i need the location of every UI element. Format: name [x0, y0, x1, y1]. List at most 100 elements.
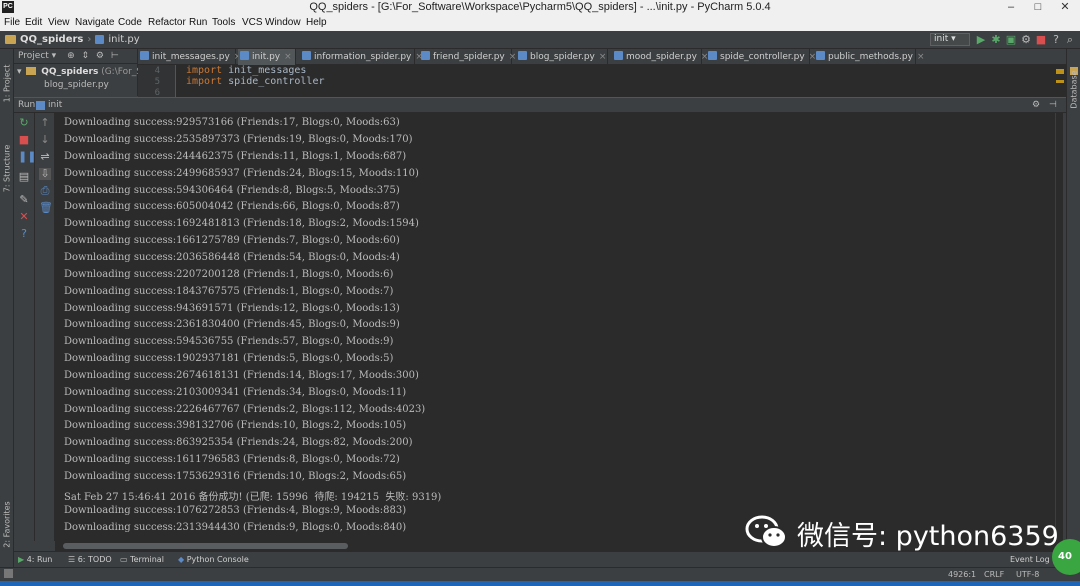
run-panel-title: Run — [18, 100, 36, 110]
breadcrumb-separator-icon: › — [87, 34, 92, 45]
debug-icon[interactable]: ✱ — [990, 34, 1002, 46]
warning-marker-icon[interactable] — [1056, 69, 1064, 74]
scrollbar-thumb[interactable] — [63, 543, 348, 549]
menu-help[interactable]: Help — [306, 17, 327, 28]
tab-spide-controller[interactable]: spide_controller.py × — [706, 49, 816, 65]
tab-information-spider[interactable]: information_spider.py × — [300, 49, 423, 65]
menu-refactor[interactable]: Refactor — [148, 17, 186, 28]
console-line: Downloading success:2103009341 (Friends:… — [64, 387, 407, 398]
run-icon[interactable]: ▶ — [975, 34, 987, 46]
close-button[interactable]: ✕ — [1052, 0, 1078, 15]
tool-window-favorites[interactable]: 2: Favorites — [0, 489, 14, 559]
close-tab-icon[interactable]: × — [599, 52, 607, 62]
avatar: 40 — [1052, 539, 1080, 575]
python-file-icon — [240, 51, 249, 60]
project-view-dropdown[interactable]: Project ▾ — [18, 51, 56, 61]
console-line: Sat Feb 27 15:46:41 2016 备份成功! (已爬: 1599… — [64, 492, 442, 503]
scroll-to-end-icon[interactable]: ⇩ — [39, 168, 51, 180]
menu-file[interactable]: File — [4, 17, 20, 28]
console-vertical-scrollbar[interactable] — [1055, 113, 1063, 543]
menu-tools[interactable]: Tools — [212, 17, 235, 28]
breadcrumb-file[interactable]: init.py — [108, 34, 139, 45]
maximize-button[interactable]: □ — [1025, 0, 1051, 15]
code-editor[interactable]: 4 5 6 import init_messages import spide_… — [138, 65, 1054, 98]
python-file-icon — [95, 35, 105, 44]
caret-position[interactable]: 4926:1 — [948, 570, 976, 579]
tool-todo[interactable]: ☰ 6: TODO — [68, 555, 112, 564]
tab-init[interactable]: init.py × — [238, 49, 296, 65]
console-line: Downloading success:398132706 (Friends:1… — [64, 420, 407, 431]
collapse-icon[interactable]: ⇕ — [81, 51, 89, 61]
tool-run[interactable]: ▶ 4: Run — [18, 555, 52, 564]
tab-mood-spider[interactable]: mood_spider.py × — [612, 49, 708, 65]
menu-window[interactable]: Window — [265, 17, 301, 28]
console-line: Downloading success:1611796583 (Friends:… — [64, 454, 400, 465]
console-line: Downloading success:863925354 (Friends:2… — [64, 437, 413, 448]
console-output[interactable]: Downloading success:929573166 (Friends:1… — [55, 113, 1063, 543]
project-file-node[interactable]: blog_spider.py — [44, 80, 109, 90]
status-bar: 4926:1 CRLF UTF-8 — [0, 567, 1080, 581]
gear-icon[interactable]: ⚙ — [96, 51, 104, 61]
sync-icon[interactable]: ⊕ — [67, 51, 75, 61]
menu-view[interactable]: View — [48, 17, 70, 28]
pin-icon[interactable]: ✎ — [18, 194, 30, 206]
close-icon[interactable]: ✕ — [18, 211, 30, 223]
menu-run[interactable]: Run — [189, 17, 207, 28]
menu-code[interactable]: Code — [118, 17, 142, 28]
print-icon[interactable]: ⎙ — [39, 185, 51, 197]
window-titlebar: PC QQ_spiders - [G:\For_Software\Workspa… — [0, 0, 1080, 15]
warning-marker-icon[interactable] — [1056, 80, 1064, 83]
run-icon: ▶ — [18, 555, 25, 564]
editor-error-stripe — [1054, 65, 1066, 97]
project-root-node[interactable]: ▾ QQ_spiders (G:\For_So — [17, 67, 148, 77]
search-icon[interactable]: ⌕ — [1064, 34, 1076, 46]
run-config-tab[interactable]: init — [48, 98, 62, 112]
tool-terminal[interactable]: ▭ Terminal — [120, 555, 164, 564]
help-icon[interactable]: ? — [18, 228, 30, 240]
tool-window-project[interactable]: 1: Project — [0, 53, 14, 113]
tool-window-structure[interactable]: 7: Structure — [0, 133, 14, 203]
dump-threads-icon[interactable]: ▤ — [18, 171, 30, 183]
soft-wrap-icon[interactable]: ⇌ — [39, 151, 51, 163]
hide-panel-icon[interactable]: ⊣ — [1049, 98, 1057, 112]
python-file-icon — [518, 51, 527, 60]
tab-init-messages[interactable]: init_messages.py× — [138, 49, 241, 65]
console-line: Downloading success:1076272853 (Friends:… — [64, 505, 407, 516]
console-toolbar: ↑ ↓ ⇌ ⇩ ⎙ 🗑 — [35, 113, 55, 541]
folder-icon — [5, 35, 16, 44]
close-tab-icon[interactable]: × — [917, 52, 925, 62]
file-encoding[interactable]: UTF-8 — [1016, 570, 1039, 579]
breadcrumb-project[interactable]: QQ_spiders — [20, 34, 83, 45]
gear-icon[interactable]: ⚙ — [1032, 98, 1040, 112]
close-tab-icon[interactable]: × — [284, 52, 292, 62]
menu-edit[interactable]: Edit — [25, 17, 42, 28]
tool-python-console[interactable]: ◆ Python Console — [178, 555, 249, 564]
down-arrow-icon[interactable]: ↓ — [39, 134, 51, 146]
menu-vcs[interactable]: VCS — [242, 17, 263, 28]
help-icon[interactable]: ? — [1050, 34, 1062, 46]
stop-icon[interactable]: ■ — [18, 134, 30, 146]
tab-friend-spider[interactable]: friend_spider.py × — [419, 49, 516, 65]
minimize-button[interactable]: – — [998, 0, 1024, 15]
window-title: QQ_spiders - [G:\For_Software\Workspace\… — [309, 1, 771, 13]
run-config-dropdown[interactable]: init ▾ — [930, 33, 970, 46]
line-number: 4 — [154, 66, 160, 76]
tool-window-database[interactable]: Database — [1067, 59, 1080, 119]
menu-navigate[interactable]: Navigate — [75, 17, 114, 28]
trash-icon[interactable]: 🗑 — [39, 202, 53, 214]
rerun-icon[interactable]: ↻ — [18, 117, 30, 129]
hide-icon[interactable]: ⊢ — [111, 51, 119, 61]
settings-icon[interactable]: ⚙ — [1020, 34, 1032, 46]
tab-public-methods[interactable]: public_methods.py × — [814, 49, 924, 65]
terminal-icon: ▭ — [120, 555, 128, 564]
coverage-icon[interactable]: ▣ — [1005, 34, 1017, 46]
up-arrow-icon[interactable]: ↑ — [39, 117, 51, 129]
line-number: 5 — [154, 77, 160, 87]
toggle-tool-windows-icon[interactable] — [4, 569, 13, 578]
tab-blog-spider[interactable]: blog_spider.py × — [516, 49, 608, 65]
tool-event-log[interactable]: Event Log — [1010, 555, 1050, 564]
line-separator[interactable]: CRLF — [984, 570, 1004, 579]
bottom-tool-bar: ▶ 4: Run ☰ 6: TODO ▭ Terminal ◆ Python C… — [14, 551, 1066, 567]
stop-icon[interactable]: ■ — [1035, 34, 1047, 46]
pause-icon[interactable]: ❚❚ — [18, 151, 36, 163]
